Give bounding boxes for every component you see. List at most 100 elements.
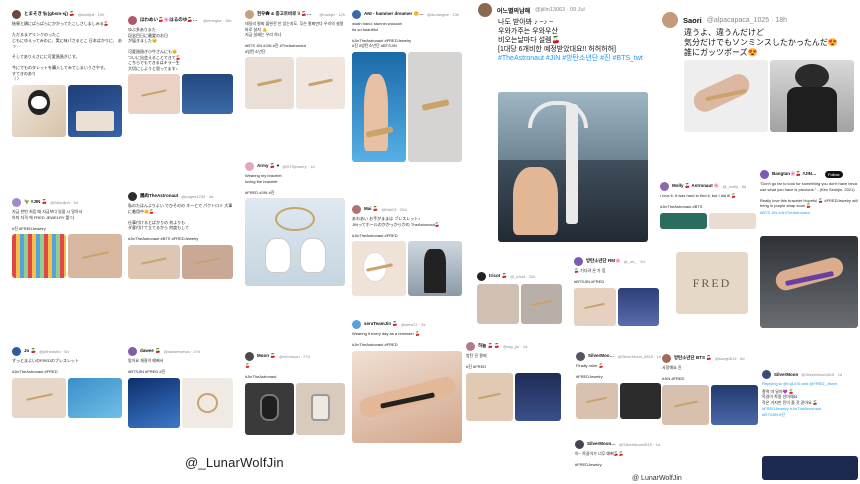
tweet-author[interactable]: dawee 🍒: [140, 348, 161, 354]
tweet-handle[interactable]: @SilverMoon0815 · 1d: [801, 372, 842, 377]
avatar[interactable]: [477, 271, 486, 281]
reply-context[interactable]: Replying to @ruj1476 and @FRED_Jewel: [762, 380, 858, 388]
tweet-card[interactable]: tricot 🍒 @_tricot · 22h: [477, 270, 562, 338]
tweet-card[interactable]: Molly 🍒 Astronaut 🌸 @_molly · 6d I love i…: [660, 180, 756, 320]
tweet-author[interactable]: 방탄소년단 RM🌸: [586, 258, 621, 264]
tweet-handle[interactable]: @song0815 · 6d: [715, 356, 745, 361]
tweet-card[interactable]: とまそき🐈‍⬛(gbsm-sj) 🍒 @w•r8jrd · 10h 結果と鍋にばら…: [12, 8, 122, 143]
tweet-photo[interactable]: [352, 350, 462, 443]
avatar[interactable]: [352, 9, 361, 19]
tweet-handle[interactable]: @seraTJ · 2d: [401, 322, 425, 327]
tweet-card[interactable]: Jo 🍒 @jotheastro · 5d ずっとまよいのFREDのブレスレット …: [12, 345, 122, 445]
tweet-card[interactable]: ほわめい🍒🌸はるのゆ🍒Fan of BTS@emegka · 16h ゆぶ多あり…: [128, 14, 233, 114]
avatar[interactable]: [352, 319, 361, 329]
tweet-handle[interactable]: @nwajin · 12h: [319, 12, 345, 17]
tweet-card[interactable]: SilverMoon 🍒 @SilverMoon0815 · 1d 아~ 목걸이가…: [575, 438, 660, 478]
tweet-card[interactable]: Moon 🍒 @mmmoon · 27d 🍒 #JinTheAstronaut: [245, 350, 345, 448]
tweet-author[interactable]: Jo 🍒: [24, 348, 36, 354]
tweet-photo[interactable]: [68, 84, 122, 137]
tweet-author[interactable]: SilverMoon: [774, 372, 798, 377]
tweet-author[interactable]: tricot 🍒: [489, 273, 507, 279]
tweet-card[interactable]: 방탄소년단 RM🌸 @_rm_ · 2d 🍒 기다려 온 가 힘 #BTSJIN …: [574, 255, 659, 335]
tweet-photo[interactable]: [68, 234, 122, 278]
tweet-author[interactable]: Saori: [683, 16, 702, 25]
tweet-author[interactable]: seraTeamJin 🍒: [364, 321, 398, 327]
tweet-author[interactable]: Mai 🍒: [364, 206, 378, 212]
tweet-photo[interactable]: [576, 382, 618, 419]
avatar[interactable]: [245, 9, 254, 19]
tweet-photo[interactable]: [662, 384, 709, 425]
tweet-author[interactable]: 현우✿ & 종고르바로 \\ 🍒🍒🍒: [257, 11, 316, 17]
tweet-author[interactable]: Molly 🍒 Astronaut 🌸: [672, 183, 720, 189]
tweet-photo[interactable]: [128, 377, 180, 428]
tweet-photo[interactable]: [619, 382, 661, 419]
tweet-card[interactable]: 하늘 🍒 🍒 @sky_jin · 1d 방탄 진 팔찌 #진 #FRED: [466, 340, 561, 452]
tweet-photo[interactable]: [684, 60, 768, 132]
featured-tweet-card[interactable]: Saori @alpacapaca_1025 · 18h 違うよ、違うんだけど 気…: [662, 12, 858, 162]
tweet-handle[interactable]: @Mai13 · 20d: [381, 207, 406, 212]
avatar[interactable]: [128, 191, 137, 201]
tweet-author[interactable]: Bangtan🌸🍒 #JIN🎀 BTS🎀: [772, 171, 822, 177]
tweet-handle[interactable]: @emegka · 16h: [203, 18, 232, 23]
tweet-photo[interactable]: [466, 372, 513, 421]
tweet-card[interactable]: ANI - hammer dreamer 🌼🍒 @duriangbe · 13h …: [352, 8, 462, 168]
avatar[interactable]: [12, 197, 21, 207]
avatar[interactable]: [478, 3, 492, 17]
tweet-photo[interactable]: [12, 234, 66, 278]
tweet-hashtags[interactable]: #TheAstronaut #JIN #방탄소년단 #진 #BTS_twt: [498, 54, 658, 63]
tweet-handle[interactable]: @_molly · 6d: [723, 184, 747, 189]
tweet-photo[interactable]: [245, 198, 345, 286]
tweet-photo[interactable]: [296, 382, 345, 435]
tweet-photo[interactable]: [68, 377, 122, 418]
tweet-author[interactable]: Army 🍒 ♥: [257, 163, 279, 169]
tweet-photo[interactable]: [128, 74, 180, 114]
tweet-handle[interactable]: @mmmoon · 27d: [279, 354, 310, 359]
tweet-photo[interactable]: [762, 456, 858, 480]
tweet-photo[interactable]: [245, 382, 294, 435]
avatar[interactable]: [576, 351, 585, 361]
tweet-card[interactable]: 방탄소년단 BTS 🍒 @song0815 · 6d 사랑해요 진 #JIN #F…: [662, 352, 758, 452]
tweet-handle[interactable]: @A6onjinh · 3d: [50, 200, 78, 205]
fred-box-photo[interactable]: FRED: [676, 252, 748, 314]
featured-tweet-card[interactable]: SilverMoon @SilverMoon0815 · 1d Replying …: [762, 368, 858, 480]
tweet-photo[interactable]: [498, 92, 648, 242]
tweet-card[interactable]: dawee 🍒 @daweewewa · 27d 맞아요 재질이 예뻐서 #BTS…: [128, 345, 233, 445]
tweet-handle[interactable]: @duriangbe · 13h: [427, 12, 459, 17]
tweet-author[interactable]: SilverMoon 🍒: [588, 353, 615, 359]
avatar[interactable]: [245, 161, 254, 171]
avatar[interactable]: [662, 12, 678, 28]
tweet-handle[interactable]: @daweewewa · 27d: [164, 349, 200, 354]
tweet-handle[interactable]: @alpacapaca_1025 · 18h: [707, 17, 787, 24]
tweet-photo[interactable]: [12, 84, 66, 137]
tweet-handle[interactable]: @pagoe1234 · 4d: [181, 194, 213, 199]
avatar[interactable]: [575, 439, 584, 449]
tweet-author[interactable]: 鶏肉TheAstronaut: [140, 193, 178, 199]
avatar[interactable]: [128, 346, 137, 356]
tweet-photo[interactable]: [660, 212, 707, 229]
tweet-photo[interactable]: [520, 284, 562, 324]
tweet-handle[interactable]: @jiilin13063 · 09 Jul: [535, 7, 585, 13]
tweet-hashtags[interactable]: #FREDJewelry #JinTheAstronaut #BTSJIN #진: [762, 406, 858, 417]
tweet-card[interactable]: 🦖 #JIN 🍒 @A6onjinh · 3d 지금 한번 처음 때 지금보다 일…: [12, 196, 122, 291]
tweet-photo[interactable]: [245, 57, 294, 109]
tweet-photo[interactable]: [352, 241, 406, 296]
tweet-card[interactable]: seraTeamJin 🍒 @seraTJ · 2d Wearing it eve…: [352, 318, 462, 453]
tweet-handle[interactable]: @SilverMoon_0815 · 1d: [618, 354, 661, 359]
avatar[interactable]: [660, 181, 669, 191]
tweet-photo[interactable]: [12, 377, 66, 418]
avatar[interactable]: [466, 341, 475, 351]
tweet-handle[interactable]: @_rm_ · 2d: [624, 259, 645, 264]
tweet-photo[interactable]: [181, 74, 233, 114]
tweet-photo[interactable]: [181, 244, 233, 279]
tweet-photo[interactable]: [296, 57, 345, 109]
tweet-handle[interactable]: @jotheastro · 5d: [39, 349, 69, 354]
avatar[interactable]: [352, 204, 361, 214]
tweet-handle[interactable]: @BTSjewelry · 1d: [282, 164, 314, 169]
avatar[interactable]: [760, 169, 769, 179]
tweet-photo[interactable]: [514, 372, 561, 421]
featured-tweet-card[interactable]: 어느별의남해 @jiilin13063 · 09 Jul 나도 받아봐 ♪ ~♪ …: [478, 2, 658, 247]
tweet-photo[interactable]: [574, 287, 616, 326]
tweet-photo[interactable]: [352, 51, 406, 162]
tweet-card[interactable]: Army 🍒 ♥ @BTSjewelry · 1d Wearing my brac…: [245, 160, 345, 322]
tweet-card[interactable]: Mai 🍒 @Mai13 · 20d あわあい お手がままは ブレスレット♪ JI…: [352, 203, 462, 313]
